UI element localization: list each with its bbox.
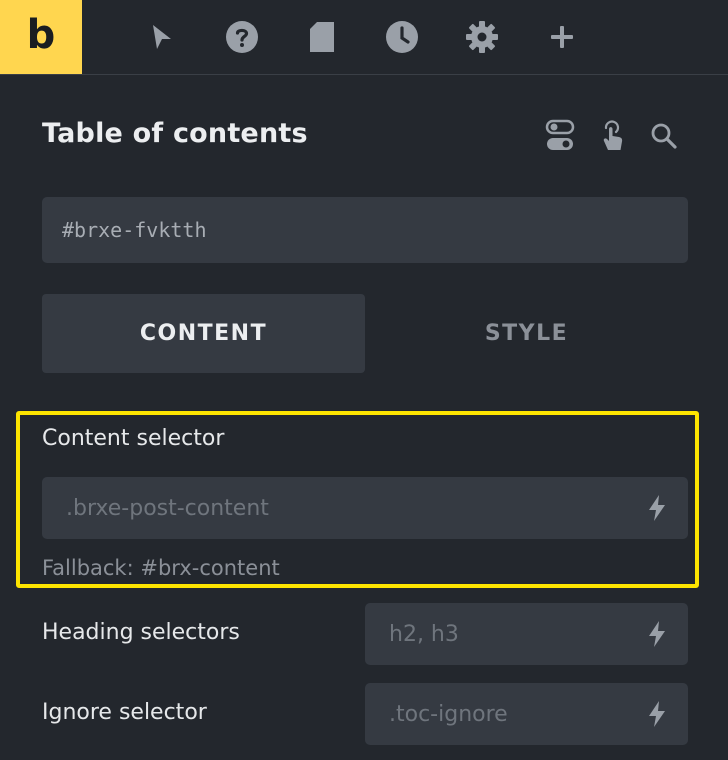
dynamic-data-icon[interactable] bbox=[644, 619, 670, 649]
heading-selectors-label: Heading selectors bbox=[42, 620, 240, 645]
history-icon[interactable] bbox=[382, 17, 422, 57]
content-selector-placeholder: .brxe-post-content bbox=[66, 495, 269, 521]
ignore-selector-placeholder: .toc-ignore bbox=[389, 701, 508, 727]
panel-title: Table of contents bbox=[42, 118, 308, 149]
content-selector-input[interactable]: .brxe-post-content bbox=[42, 477, 688, 539]
brand-logo[interactable]: b bbox=[0, 0, 82, 74]
touch-icon[interactable] bbox=[594, 118, 630, 154]
search-icon[interactable] bbox=[646, 118, 682, 154]
brand-logo-text: b bbox=[26, 12, 56, 58]
element-id-input[interactable]: #brxe-fvktth bbox=[42, 197, 688, 263]
toggle-icon[interactable] bbox=[542, 118, 578, 154]
top-toolbar: b bbox=[0, 0, 728, 75]
cursor-icon[interactable] bbox=[142, 17, 182, 57]
tab-content[interactable]: CONTENT bbox=[42, 294, 365, 373]
content-selector-label: Content selector bbox=[42, 426, 225, 451]
content-selector-hint: Fallback: #brx-content bbox=[42, 556, 280, 580]
tab-style[interactable]: STYLE bbox=[365, 294, 688, 373]
builder-panel: b Table of contents #brxe-fvktth CONTENT… bbox=[0, 0, 728, 760]
ignore-selector-input[interactable]: .toc-ignore bbox=[365, 683, 688, 745]
dynamic-data-icon[interactable] bbox=[644, 493, 670, 523]
page-icon[interactable] bbox=[302, 17, 342, 57]
settings-icon[interactable] bbox=[462, 17, 502, 57]
dynamic-data-icon[interactable] bbox=[644, 699, 670, 729]
help-icon[interactable] bbox=[222, 17, 262, 57]
heading-selectors-placeholder: h2, h3 bbox=[389, 621, 459, 647]
plus-icon[interactable] bbox=[542, 17, 582, 57]
ignore-selector-label: Ignore selector bbox=[42, 700, 207, 725]
heading-selectors-input[interactable]: h2, h3 bbox=[365, 603, 688, 665]
